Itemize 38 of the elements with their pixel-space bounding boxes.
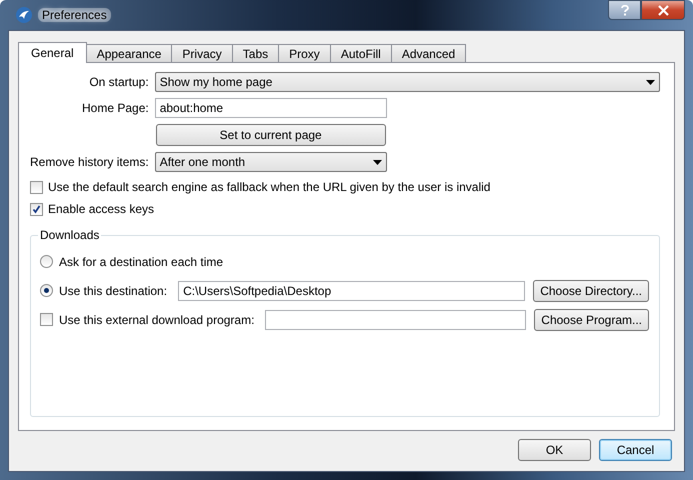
checkbox[interactable] — [30, 202, 43, 216]
history-dropdown[interactable]: After one month — [154, 152, 387, 172]
checkbox-label: Enable access keys — [48, 202, 154, 216]
field-label: Remove history items: — [30, 155, 149, 169]
set-current-page-button[interactable]: Set to current page — [156, 124, 386, 146]
dialog-button[interactable]: OK — [518, 439, 591, 461]
home-page-field[interactable]: about:home — [154, 98, 387, 118]
help-button[interactable] — [608, 0, 641, 20]
caret-icon — [372, 160, 382, 164]
choose-button[interactable]: Choose Directory... — [533, 280, 649, 302]
tab[interactable]: General — [18, 42, 87, 63]
option-label: Use this external download program: — [59, 312, 254, 326]
option-label: Ask for a destination each time — [59, 254, 224, 268]
field-label: On startup: — [89, 75, 149, 89]
tab[interactable]: Advanced — [390, 44, 466, 62]
checkbox[interactable] — [40, 313, 53, 326]
tab[interactable]: Proxy — [278, 44, 331, 62]
startup-dropdown[interactable]: Show my home page — [154, 72, 660, 92]
app-icon — [16, 7, 32, 23]
tab[interactable]: AutoFill — [330, 44, 392, 62]
radio-button[interactable] — [40, 284, 53, 297]
path-field[interactable]: C:\Users\Softpedia\Desktop — [178, 280, 526, 300]
group-title: Downloads — [39, 228, 100, 242]
path-field[interactable] — [265, 310, 526, 330]
tab[interactable]: Tabs — [232, 44, 280, 62]
caret-icon — [646, 80, 655, 84]
close-button[interactable] — [641, 0, 685, 20]
option-label: Use this destination: — [59, 284, 168, 298]
choose-button[interactable]: Choose Program... — [534, 308, 649, 330]
tab[interactable]: Privacy — [171, 44, 233, 62]
field-label: Home Page: — [82, 101, 149, 115]
checkbox-label: Use the default search engine as fallback when the URL given by the user is invalid — [48, 180, 490, 194]
checkbox[interactable] — [30, 180, 43, 194]
help-icon — [620, 4, 630, 16]
tab[interactable]: Appearance — [86, 44, 172, 62]
close-icon — [658, 4, 668, 16]
dialog-button[interactable]: Cancel — [599, 439, 672, 461]
radio-button[interactable] — [40, 255, 53, 268]
